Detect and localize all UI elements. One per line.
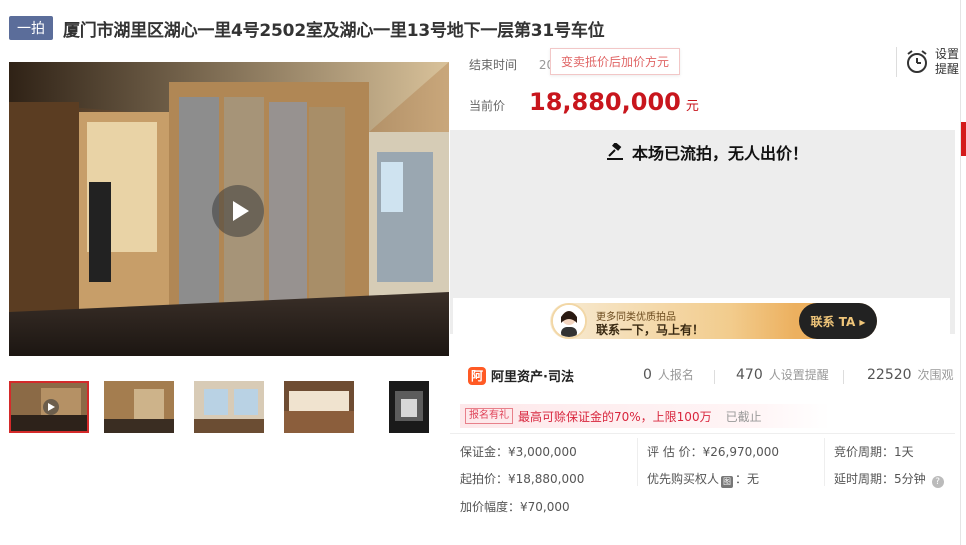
stat-reminders: 470 人设置提醒 <box>736 366 829 383</box>
thumbnail-3[interactable] <box>194 381 264 433</box>
alarm-clock-icon <box>907 50 927 73</box>
detail-appraisal: 评 估 价：¥26,970,000 <box>647 445 779 459</box>
set-reminder-button[interactable]: 设置提醒 <box>896 47 961 77</box>
stat-divider <box>843 370 844 384</box>
end-time-label: 结束时间 <box>469 58 518 72</box>
stat-reminders-label: 人设置提醒 <box>768 368 829 382</box>
contact-banner: 更多同类优质拍品 联系一下，马上有！ 联系 TA ▸ <box>453 298 950 344</box>
thumbnail-5[interactable] <box>371 381 447 433</box>
stat-signups-label: 人报名 <box>657 368 694 382</box>
help-question-icon[interactable]: ? <box>931 476 944 488</box>
ali-logo-icon: 阿 <box>468 366 486 385</box>
current-price-label: 当前价 <box>469 99 506 113</box>
delay-text: 延时周期：5分钟 <box>834 472 926 486</box>
current-price-value: 18,880,000 <box>529 88 681 116</box>
priority-value: ：无 <box>735 472 760 486</box>
contact-ta-button[interactable]: 联系 TA ▸ <box>799 303 877 339</box>
detail-increment: 加价幅度：¥70,000 <box>460 500 570 514</box>
side-red-marker <box>961 122 966 156</box>
details-divider <box>450 433 955 434</box>
thumbnail-image <box>284 381 354 433</box>
ali-assets-logo: 阿 阿里资产·司法 <box>468 366 574 385</box>
status-line: 本场已流拍，无人出价！ <box>606 140 808 164</box>
status-text: 本场已流拍，无人出价！ <box>632 144 809 163</box>
banner-big-text: 联系一下，马上有！ <box>596 323 705 337</box>
stat-views-num: 22520 <box>867 367 912 383</box>
current-price-row: 当前价 18,880,000 元 <box>469 88 699 116</box>
deposit-status: 已截止 <box>725 409 762 424</box>
thumbnail-2[interactable] <box>104 381 174 433</box>
contact-pill[interactable]: 更多同类优质拍品 联系一下，马上有！ 联系 TA ▸ <box>550 303 877 339</box>
detail-deposit: 保证金：¥3,000,000 <box>460 445 577 459</box>
auction-round-badge: 一拍 <box>9 16 53 40</box>
thumbnail-4[interactable] <box>284 381 354 433</box>
thumbnail-image <box>371 381 447 433</box>
title-row: 一拍 厦门市湖里区湖心一里4号2502室及湖心一里13号地下一层第31号车位 <box>9 16 605 41</box>
stat-divider <box>714 370 715 384</box>
deposit-tag: 报名有礼 <box>465 408 513 424</box>
platform-stats-row: 阿 阿里资产·司法 0 人报名 470 人设置提醒 22520 次围观 <box>450 360 955 390</box>
details-column-divider <box>824 438 825 486</box>
gavel-icon <box>607 143 623 160</box>
main-photo[interactable] <box>9 62 449 356</box>
thumbnail-image <box>104 381 174 433</box>
auction-info-panel: 结束时间 2023 变卖抵价后加价方元 设置提醒 当前价 18,880,000 … <box>450 44 959 544</box>
thumbnail-image <box>11 383 87 431</box>
play-video-button[interactable] <box>212 185 264 237</box>
agent-avatar <box>551 303 587 339</box>
details-column-divider <box>637 438 638 486</box>
stat-signups: 0 人报名 <box>643 366 694 383</box>
detail-priority: 优先购买权人图：无 <box>647 470 759 488</box>
stat-views: 22520 次围观 <box>867 366 954 383</box>
deposit-text: 最高可赊保证金的70%，上限100万 <box>518 409 712 424</box>
priority-info-icon[interactable]: 图 <box>721 476 734 488</box>
ali-logo-text: 阿里资产·司法 <box>491 370 574 385</box>
detail-delay: 延时周期：5分钟? <box>834 470 944 488</box>
thumbnail-1[interactable] <box>9 381 89 433</box>
current-price-unit: 元 <box>685 99 699 114</box>
detail-cycle: 竞价周期：1天 <box>834 445 914 459</box>
auction-status-box: 本场已流拍，无人出价！ 更多同类优质拍品 联系一下，马上有！ 联系 TA ▸ <box>450 130 955 344</box>
page-title: 厦门市湖里区湖心一里4号2502室及湖心一里13号地下一层第31号车位 <box>63 20 605 41</box>
reminder-label: 设置提醒 <box>935 47 960 76</box>
thumbnail-image <box>194 381 264 433</box>
stat-views-label: 次围观 <box>917 368 954 382</box>
stat-signups-num: 0 <box>643 367 652 383</box>
right-edge-divider <box>960 0 961 545</box>
detail-start-price: 起拍价：¥18,880,000 <box>460 472 585 486</box>
reminder-divider <box>896 47 897 77</box>
price-tooltip: 变卖抵价后加价方元 <box>550 48 681 75</box>
priority-label: 优先购买权人 <box>647 472 720 486</box>
deposit-credit-notice: 报名有礼 最高可赊保证金的70%，上限100万 已截止 <box>460 404 830 428</box>
stat-reminders-num: 470 <box>736 367 763 383</box>
